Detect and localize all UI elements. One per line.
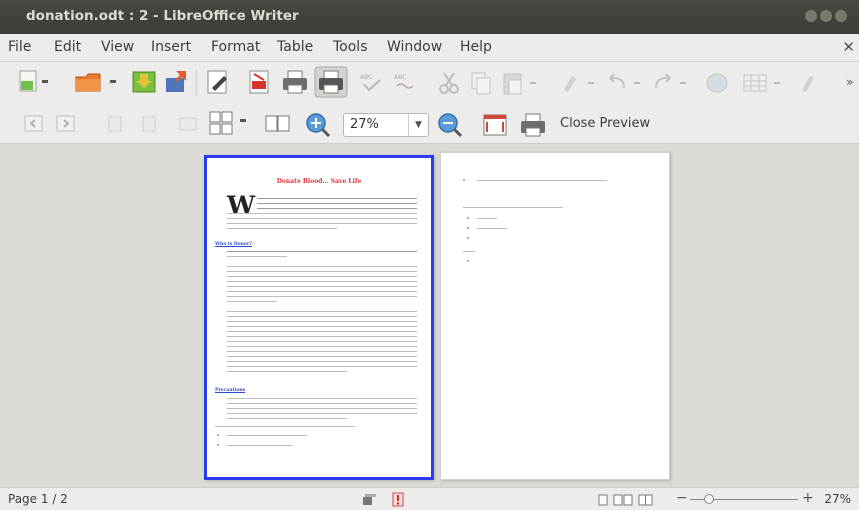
standard-toolbar: ABC ABC » — [0, 62, 859, 104]
draw-functions-icon — [802, 76, 814, 92]
spellcheck-icon: ABC — [360, 74, 381, 92]
preview-print-icon[interactable] — [518, 111, 548, 139]
menu-window[interactable]: Window — [387, 39, 442, 55]
paste-icon — [503, 73, 536, 95]
chevron-down-icon[interactable]: ▼ — [408, 114, 428, 136]
zoom-in-icon[interactable] — [304, 111, 332, 139]
print-icon[interactable] — [280, 68, 310, 96]
open-folder-icon[interactable] — [74, 69, 120, 95]
zoom-in-button[interactable]: + — [802, 490, 814, 506]
redo-icon — [655, 73, 686, 89]
multiple-pages-dropdown-icon[interactable] — [240, 119, 246, 122]
drop-cap: W — [227, 191, 256, 220]
menu-edit[interactable]: Edit — [54, 39, 81, 55]
full-screen-icon[interactable] — [482, 112, 508, 138]
svg-text:ABC: ABC — [394, 74, 406, 81]
section-heading: Who is Donor? — [215, 242, 252, 247]
page-number-label[interactable]: Page 1 / 2 — [8, 492, 68, 506]
page-preview-toolbar — [0, 104, 859, 144]
zoom-slider-thumb[interactable] — [704, 494, 714, 504]
book-preview-icon[interactable] — [264, 113, 292, 135]
print-preview-icon[interactable] — [314, 66, 348, 98]
window-title: donation.odt : 2 - LibreOffice Writer — [26, 8, 299, 24]
window-controls — [805, 10, 847, 22]
close-document-icon[interactable]: ✕ — [842, 38, 855, 56]
close-preview-button[interactable]: Close Preview — [560, 116, 650, 131]
menu-help[interactable]: Help — [460, 39, 492, 55]
close-window-button[interactable] — [835, 10, 847, 22]
menu-view[interactable]: View — [101, 39, 134, 55]
first-page-icon — [108, 116, 122, 132]
digital-signature-icon[interactable] — [390, 492, 406, 508]
last-page-icon — [142, 116, 156, 132]
edit-document-icon[interactable] — [204, 68, 232, 96]
export-icon[interactable] — [162, 68, 190, 96]
single-page-icon — [179, 117, 197, 131]
undo-icon — [609, 73, 640, 89]
menu-format[interactable]: Format — [211, 39, 260, 55]
zoom-out-button[interactable]: − — [676, 490, 688, 506]
menu-insert[interactable]: Insert — [151, 39, 191, 55]
cut-icon — [439, 72, 459, 94]
zoom-combobox[interactable]: 27% ▼ — [343, 113, 429, 137]
clone-formatting-icon — [564, 76, 594, 92]
menu-bar: File Edit View Insert Format Table Tools… — [0, 34, 859, 62]
toolbar-separator — [196, 70, 197, 96]
zoom-percent-label[interactable]: 27% — [824, 492, 851, 506]
section-heading: Precautions — [215, 388, 246, 393]
autospellcheck-icon: ABC — [394, 74, 414, 89]
view-layout-icons[interactable] — [598, 493, 654, 507]
menu-tools[interactable]: Tools — [333, 39, 368, 55]
table-icon — [743, 74, 780, 92]
minimize-button[interactable] — [805, 10, 817, 22]
previous-page-icon — [24, 115, 43, 132]
document-title: Donate Blood... Save Life — [276, 178, 362, 185]
menu-file[interactable]: File — [8, 39, 31, 55]
multiple-pages-icon[interactable] — [208, 110, 236, 138]
hyperlink-icon — [706, 73, 728, 93]
document-modified-icon[interactable] — [362, 493, 378, 507]
save-icon[interactable] — [130, 68, 158, 96]
zoom-value: 27% — [350, 117, 379, 132]
export-pdf-icon[interactable] — [246, 68, 274, 96]
zoom-out-icon[interactable] — [436, 111, 464, 139]
preview-page-2[interactable] — [440, 152, 670, 480]
copy-icon — [471, 72, 491, 95]
svg-text:ABC: ABC — [360, 74, 372, 81]
maximize-button[interactable] — [820, 10, 832, 22]
menu-table[interactable]: Table — [277, 39, 313, 55]
next-page-icon — [56, 115, 75, 132]
new-document-icon[interactable] — [18, 69, 52, 95]
toolbar-overflow-icon[interactable]: » — [846, 75, 853, 89]
status-bar: Page 1 / 2 − + 27% — [0, 487, 859, 510]
preview-page-1[interactable]: Donate Blood... Save Life W Who is Donor… — [204, 155, 434, 480]
title-bar: donation.odt : 2 - LibreOffice Writer — [0, 0, 859, 34]
